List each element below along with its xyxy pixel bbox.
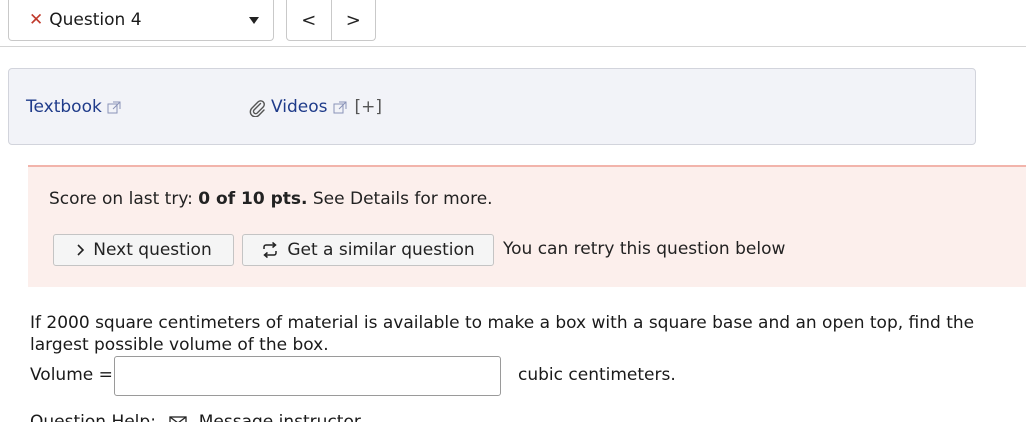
question-help-row: Question Help: Message instructor (30, 412, 361, 422)
expand-videos-link[interactable]: [+] (355, 97, 383, 117)
question-selector-label: Question 4 (49, 10, 142, 30)
score-suffix: See Details for more. (307, 189, 493, 209)
message-envelope-icon (169, 415, 187, 422)
score-prefix: Score on last try: (49, 189, 199, 209)
external-link-icon (333, 101, 346, 113)
score-panel: Score on last try: 0 of 10 pts. See Deta… (28, 165, 1026, 287)
score-summary: Score on last try: 0 of 10 pts. See Deta… (49, 189, 493, 209)
resources-panel: Textbook Videos [+] (8, 68, 976, 145)
message-instructor-link[interactable]: Message instructor (199, 412, 361, 422)
textbook-link-label: Textbook (26, 97, 102, 117)
question-page: ✕ Question 4 < > Textbook Videos [+] Sco… (0, 0, 1026, 422)
next-question-button[interactable]: Next question (53, 234, 234, 266)
next-question-label: Next question (93, 240, 212, 260)
volume-units: cubic centimeters. (518, 365, 676, 385)
videos-link-label: Videos (271, 97, 328, 117)
similar-question-label: Get a similar question (287, 240, 475, 260)
retry-message: You can retry this question below (503, 239, 786, 259)
incorrect-x-icon: ✕ (29, 9, 44, 30)
videos-link[interactable]: Videos [+] (247, 97, 382, 117)
question-selector[interactable]: ✕ Question 4 (8, 0, 274, 41)
next-question-nav-button[interactable]: > (330, 0, 376, 40)
question-nav: < > (286, 0, 376, 41)
external-link-icon (107, 101, 121, 113)
similar-question-button[interactable]: Get a similar question (242, 234, 494, 266)
paperclip-icon (249, 100, 265, 117)
textbook-link[interactable]: Textbook (26, 97, 121, 117)
score-value: 0 of 10 pts. (198, 189, 308, 209)
question-help-label: Question Help: (30, 412, 156, 422)
header-divider (0, 46, 1026, 47)
volume-answer-input[interactable] (114, 356, 501, 396)
previous-question-button[interactable]: < (287, 0, 331, 40)
volume-label: Volume = (30, 365, 113, 385)
question-text: If 2000 square centimeters of material i… (30, 313, 975, 355)
chevron-right-icon (75, 244, 85, 256)
caret-down-icon (249, 17, 259, 24)
retry-arrows-icon (261, 241, 279, 259)
